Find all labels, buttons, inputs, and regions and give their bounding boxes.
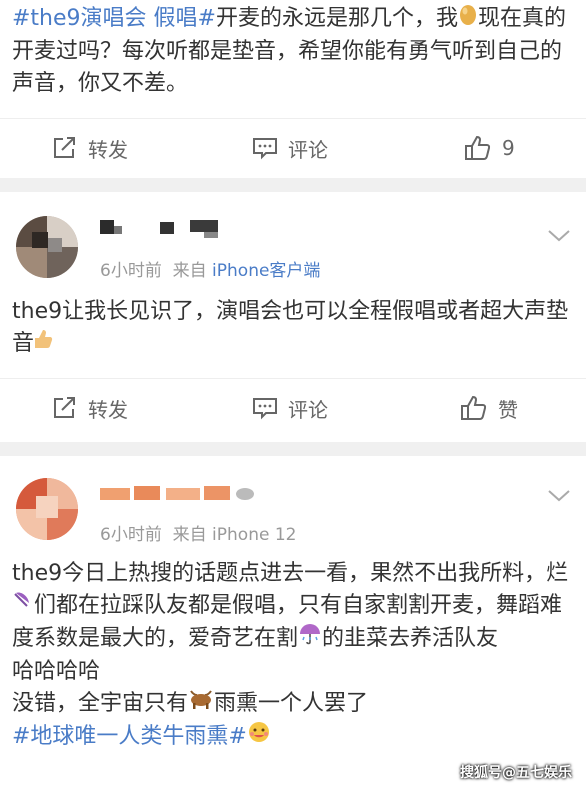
- post-hashtag[interactable]: #the9演唱会 假唱#: [12, 6, 216, 31]
- repost-label: 转发: [88, 397, 128, 422]
- comment-source[interactable]: iPhone客户端: [212, 261, 320, 281]
- ox-emoji: [188, 688, 214, 720]
- section-divider: [0, 178, 586, 192]
- post-text-part-a: 开麦的永远是那几个，我: [215, 6, 458, 31]
- like-count: 9: [502, 136, 515, 160]
- egg-emoji: [458, 2, 478, 36]
- comment-line: 没错，全宇宙只有 雨熏一个人罢了: [12, 688, 572, 720]
- comment-icon: [253, 398, 277, 420]
- like-button[interactable]: 赞: [460, 393, 518, 423]
- comment-source[interactable]: iPhone 12: [212, 525, 296, 545]
- like-icon: [461, 395, 487, 420]
- section-divider: [0, 442, 586, 456]
- grin-emoji: [247, 720, 271, 754]
- umbrella-emoji: [12, 590, 34, 622]
- comment-action-bar: 转发 评论 赞: [0, 378, 586, 439]
- comment-meta: 6小时前 来自 iPhone 12: [100, 520, 296, 545]
- comment-label: 评论: [288, 137, 328, 162]
- repost-button[interactable]: 转发: [52, 393, 128, 423]
- like-icon: [465, 135, 491, 160]
- post-action-bar: 转发 评论 9: [0, 118, 586, 179]
- comment-text: the9今日上热搜的话题点进去一看，果然不出我所料，烂们都在拉踩队友都是假唱，只…: [12, 558, 572, 754]
- comment-label: 评论: [288, 397, 328, 422]
- username-redacted[interactable]: [100, 486, 260, 500]
- comment-time: 6小时前: [100, 525, 162, 545]
- repost-icon: [54, 137, 75, 158]
- repost-icon: [54, 397, 75, 418]
- comment-icon: [253, 138, 277, 160]
- comment-paragraph: the9今日上热搜的话题点进去一看，果然不出我所料，烂们都在拉踩队友都是假唱，只…: [12, 558, 572, 656]
- post-card: #the9演唱会 假唱#开麦的永远是那几个，我 现在真的开麦过吗？每次听都是垫音，…: [0, 0, 586, 178]
- comment-button[interactable]: 评论: [252, 393, 328, 423]
- comment-time: 6小时前: [100, 261, 162, 281]
- comment-text: the9让我长见识了，演唱会也可以全程假唱或者超大声垫音: [12, 296, 572, 360]
- repost-button[interactable]: 转发: [52, 133, 128, 163]
- watermark: 搜狐号@五七娱乐: [460, 765, 572, 781]
- post-text: #the9演唱会 假唱#开麦的永远是那几个，我 现在真的开麦过吗？每次听都是垫音，…: [12, 2, 572, 100]
- avatar[interactable]: [16, 216, 78, 278]
- avatar[interactable]: [16, 478, 78, 540]
- comment-from: 来自: [172, 525, 207, 545]
- comment-line: #地球唯一人类牛雨熏#: [12, 720, 572, 754]
- like-label: 赞: [498, 397, 518, 422]
- comment-card: 6小时前 来自 iPhone 12 the9今日上热搜的话题点进去一看，果然不出…: [0, 456, 586, 794]
- like-button[interactable]: 9: [464, 133, 515, 163]
- chevron-down-icon[interactable]: [546, 222, 572, 248]
- comment-meta: 6小时前 来自 iPhone客户端: [100, 256, 320, 281]
- repost-label: 转发: [88, 137, 128, 162]
- username-redacted[interactable]: [100, 220, 220, 238]
- umbrella-emoji: [298, 622, 322, 656]
- comment-line: 哈哈哈哈: [12, 659, 101, 684]
- chevron-down-icon[interactable]: [546, 482, 572, 508]
- comment-hashtag[interactable]: #地球唯一人类牛雨熏#: [12, 724, 247, 749]
- comment-card: 6小时前 来自 iPhone客户端 the9让我长见识了，演唱会也可以全程假唱或…: [0, 192, 586, 442]
- thumbs-up-emoji: [34, 328, 54, 360]
- comment-from: 来自: [172, 261, 207, 281]
- comment-button[interactable]: 评论: [252, 133, 328, 163]
